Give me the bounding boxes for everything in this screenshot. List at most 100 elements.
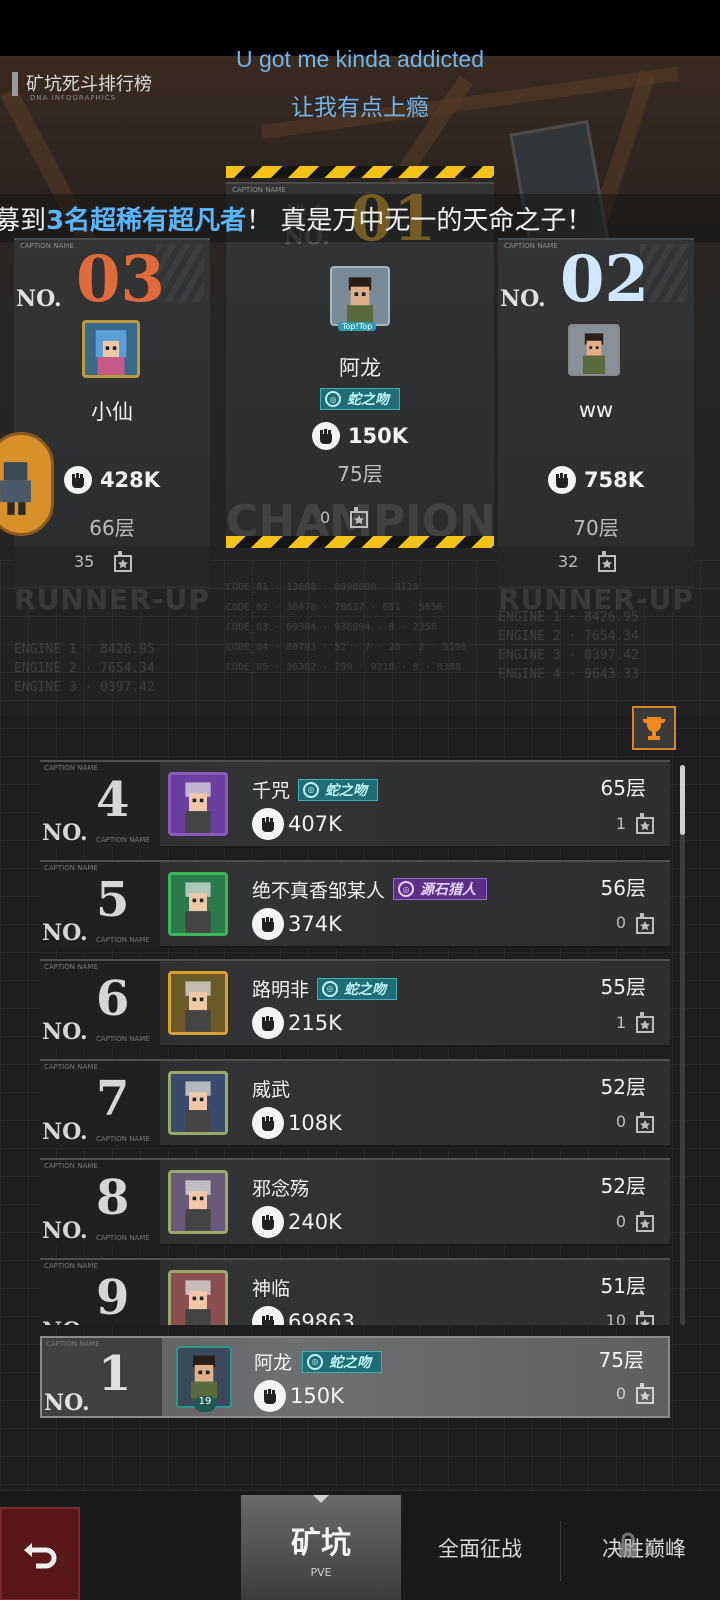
rank-number: 03 <box>76 242 166 317</box>
rank-number: 5 <box>96 871 130 928</box>
trophy-button[interactable] <box>632 706 676 750</box>
power-display: 150K <box>226 422 494 450</box>
no-label: NO. <box>42 820 88 846</box>
rank-number: 4 <box>96 772 130 828</box>
title-badge: ◎ 蛇之吻 <box>298 778 379 801</box>
player-avatar[interactable] <box>168 1269 228 1325</box>
star-doc-icon <box>350 507 369 528</box>
avatar-tag: Top!Top <box>338 322 377 331</box>
floor-count: 55层 <box>600 975 646 999</box>
player-name: 绝不真香邹某人 <box>252 879 386 902</box>
no-label: NO. <box>16 286 62 312</box>
tab-sublabel: PVE <box>310 1565 332 1579</box>
power-display: 150K <box>254 1380 344 1412</box>
trophy-icon <box>643 717 665 740</box>
player-avatar[interactable] <box>168 772 228 836</box>
player-avatar[interactable] <box>568 324 620 376</box>
bottom-navigation: 矿坑 PVE 全面征战 决胜巅峰 <box>0 1490 720 1600</box>
fist-icon <box>252 907 284 940</box>
no-label: NO. <box>42 1019 88 1045</box>
star-count: 0 <box>616 912 656 934</box>
title-badge: ◎ 蛇之吻 <box>317 977 398 1000</box>
star-doc-icon <box>636 912 654 934</box>
player-avatar[interactable] <box>168 1170 228 1234</box>
floor-count: 56层 <box>600 875 646 900</box>
star-doc-icon <box>636 1310 654 1325</box>
player-avatar[interactable] <box>168 1070 228 1135</box>
floor-count: 52层 <box>600 1174 646 1198</box>
star-count: 10 <box>606 1310 656 1325</box>
star-count: 0 <box>616 1382 656 1404</box>
tab-peak-duel[interactable]: 决胜巅峰 <box>572 1495 716 1600</box>
player-avatar[interactable] <box>330 266 390 326</box>
caption-label: CAPTION NAME <box>232 186 286 194</box>
my-rank-row[interactable]: CAPTION NAME 1 NO. 19 阿龙 ◎ 蛇之吻 150K 75层 0 <box>40 1336 670 1418</box>
floor-count: 52层 <box>600 1074 646 1099</box>
rank-number: 7 <box>96 1070 130 1127</box>
star-count: 0 <box>616 1111 656 1133</box>
player-avatar[interactable] <box>168 871 228 936</box>
star-count: 35 <box>74 550 134 572</box>
tab-full-campaign[interactable]: 全面征战 <box>412 1495 548 1600</box>
fist-icon <box>252 808 284 840</box>
engine-readout-right: ENGINE 1 · 8426.95 ENGINE 2 · 7654.34 ENGI… <box>498 610 639 682</box>
ranking-row[interactable]: CAPTION NAME 8 NO. CAPTION NAME 邪念殇 240K… <box>40 1158 670 1246</box>
floor-count: 75层 <box>337 462 383 486</box>
star-doc-icon <box>598 551 617 572</box>
fist-icon <box>63 466 92 494</box>
power-display: 758K <box>498 466 694 494</box>
tab-mine-pve[interactable]: 矿坑 PVE <box>241 1495 401 1600</box>
floating-character-button[interactable] <box>0 432 54 536</box>
code-readout: CODE_01 · 13688 · 0098000 · 8128 CODE_02 … <box>226 582 467 673</box>
title-badge: ◎ 源石猎人 <box>393 878 488 900</box>
rank-number: 6 <box>96 971 130 1027</box>
no-label: NO. <box>42 1218 88 1244</box>
list-scrollbar[interactable] <box>680 765 685 1325</box>
no-label: NO. <box>42 1318 88 1326</box>
ranking-row[interactable]: CAPTION NAME 5 NO. CAPTION NAME 绝不真香邹某人 ◎… <box>40 859 670 948</box>
player-name: 路明非 <box>252 979 310 1001</box>
no-label: NO. <box>44 1390 90 1416</box>
ranking-row[interactable]: CAPTION NAME 9 NO. CAPTION NAME 神临 69863… <box>40 1257 670 1326</box>
floor-count: 51层 <box>600 1273 646 1298</box>
ranking-row[interactable]: CAPTION NAME 7 NO. CAPTION NAME 威武 108K … <box>40 1058 670 1147</box>
level-badge: 19 <box>194 1396 216 1412</box>
podium-second-card[interactable]: CAPTION NAME NO. 02 ww 758K 70层 32 RUNNE… <box>498 238 694 616</box>
rank-number: 8 <box>96 1170 130 1226</box>
badge-icon: ◎ <box>398 881 415 897</box>
power-display: 240K <box>252 1206 342 1238</box>
floor-count: 70层 <box>573 516 619 540</box>
snake-icon: ◎ <box>325 391 341 407</box>
player-avatar[interactable] <box>82 320 140 378</box>
fist-icon <box>252 1305 284 1325</box>
fist-icon <box>547 466 576 494</box>
back-button[interactable] <box>0 1507 80 1600</box>
engine-readout-left: ENGINE 1 · 8426.95 ENGINE 2 · 7654.34 ENGI… <box>14 642 155 695</box>
rank-number: 1 <box>98 1346 132 1402</box>
notification-banner: 募到3名超稀有超凡者！ 真是万中无一的天命之子！ <box>0 194 720 242</box>
star-count: 0 <box>616 1210 656 1232</box>
player-name: ww <box>578 398 614 422</box>
rank-number: 02 <box>560 242 650 317</box>
star-doc-icon <box>636 1012 654 1033</box>
podium-third-card[interactable]: CAPTION NAME NO. 03 小仙 428K 66层 35 RUNNE… <box>14 238 210 616</box>
list-scrollbar-thumb[interactable] <box>680 765 685 835</box>
power-display: 374K <box>252 907 342 940</box>
ranking-row[interactable]: CAPTION NAME 4 NO. CAPTION NAME 千咒 ◎ 蛇之吻 4… <box>40 760 670 848</box>
fist-icon <box>252 1206 284 1238</box>
star-doc-icon <box>636 1383 654 1404</box>
power-display: 215K <box>252 1007 342 1039</box>
lyric-line-1: U got me kinda addicted <box>235 46 485 72</box>
power-display: 407K <box>252 808 342 840</box>
player-name: 千咒 <box>252 780 291 802</box>
no-label: NO. <box>42 1118 88 1145</box>
ranking-row[interactable]: CAPTION NAME 6 NO. CAPTION NAME 路明非 ◎ 蛇之吻 … <box>40 959 670 1047</box>
badge-icon: ◎ <box>303 781 320 798</box>
player-avatar[interactable] <box>168 971 228 1035</box>
power-display: 69863 <box>252 1305 355 1325</box>
tab-label: 矿坑 <box>291 1525 351 1561</box>
runner-up-watermark: RUNNER-UP <box>14 583 210 616</box>
star-count: 0 <box>320 506 370 528</box>
ranking-list[interactable]: CAPTION NAME 4 NO. CAPTION NAME 千咒 ◎ 蛇之吻 4… <box>40 760 670 1325</box>
fist-icon <box>254 1380 286 1412</box>
